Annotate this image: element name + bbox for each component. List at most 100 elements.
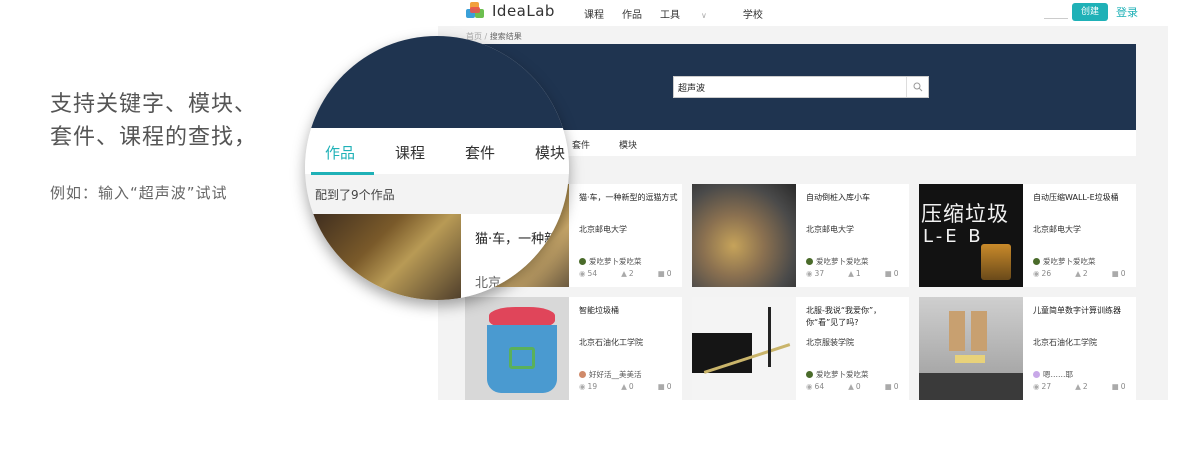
thumbs-up-icon: ▲	[1075, 382, 1081, 391]
eye-icon: ◉	[806, 382, 813, 391]
thumbs-up-icon: ▲	[848, 269, 854, 278]
tab-works[interactable]: 作品	[325, 142, 355, 163]
card-views: 19	[587, 382, 598, 391]
card-views: 54	[587, 269, 598, 278]
eye-icon: ◉	[1033, 269, 1040, 278]
result-card[interactable]: 智能垃圾桶 北京石油化工学院 好好活__美美活 ◉ 19 ▲ 0 ■ 0	[465, 297, 682, 400]
recycle-icon	[509, 347, 535, 369]
main-nav: 课程 作品 工具 ∨ 学校	[584, 6, 781, 21]
tab-kits[interactable]: 套件	[465, 142, 495, 163]
card-views: 27	[1041, 382, 1052, 391]
nav-schools[interactable]: 学校	[743, 6, 763, 21]
top-navbar: IdeaLab 课程 作品 工具 ∨ 学校 创建 登录	[438, 0, 1168, 26]
card-author-name: 爱吃萝卜爱吃菜	[816, 257, 869, 266]
card-title: 猫·车，一种新	[475, 232, 558, 247]
tab-modules[interactable]: 模块	[535, 142, 565, 163]
result-card[interactable]: 自动倒桩入库小车 北京邮电大学 爱吃萝卜爱吃菜 ◉ 37 ▲ 1 ■ 0	[692, 184, 909, 287]
thumbnail-text-line1: 压缩垃圾	[921, 202, 1009, 226]
thumbs-up-icon: ▲	[848, 382, 854, 391]
eye-icon: ◉	[806, 269, 813, 278]
nav-tools[interactable]: 工具 ∨	[660, 6, 725, 21]
display	[955, 355, 985, 363]
promo-headline-line2: 套件、课程的查找，	[50, 125, 258, 150]
top-search-input[interactable]	[1044, 8, 1068, 19]
screenshot-stage: 支持关键字、模块、 套件、课程的查找， 例如：输入“超声波”试试 IdeaLab…	[0, 0, 1200, 454]
card-author[interactable]: 嗯……耶	[1033, 369, 1073, 380]
card-school: 北京邮电大学	[1033, 225, 1081, 234]
card-title: 儿童简单数字计算训练器	[1033, 306, 1121, 315]
magnifier-zoom: 作品 课程 套件 模块 配到了9个作品 猫·车，一种新 北京	[305, 36, 569, 300]
avatar	[1033, 371, 1040, 378]
tab-kits[interactable]: 套件	[572, 138, 590, 151]
tab-courses[interactable]: 课程	[395, 142, 425, 163]
thumbs-up-icon: ▲	[621, 269, 627, 278]
card-author[interactable]: 好好活__美美活	[579, 369, 642, 380]
card-title: 北服-我说“我爱你”，你“看”见了吗?	[806, 306, 882, 327]
card-stats: ◉ 64 ▲ 0 ■ 0	[806, 382, 909, 391]
card-school: 北京服装学院	[806, 338, 854, 347]
card-author[interactable]: 爱吃萝卜爱吃菜	[806, 256, 869, 267]
search-button[interactable]	[906, 77, 928, 97]
result-card[interactable]: 压缩垃圾 L-E B 自动压缩WALL-E垃圾桶 北京邮电大学 爱吃萝卜爱吃菜 …	[919, 184, 1136, 287]
magnifier-tabs: 作品 课程 套件 模块	[305, 128, 569, 174]
eye-icon: ◉	[1033, 382, 1040, 391]
comment-icon: ■	[1111, 269, 1119, 278]
create-button[interactable]: 创建	[1072, 3, 1108, 21]
active-tab-underline	[311, 172, 374, 175]
card-thumbnail	[692, 297, 796, 400]
thumbs-up-icon: ▲	[1075, 269, 1081, 278]
card-author[interactable]: 爱吃萝卜爱吃菜	[579, 256, 642, 267]
card-school: 北京石油化工学院	[1033, 338, 1097, 347]
card-likes: 2	[628, 269, 634, 278]
search-box	[673, 76, 929, 98]
comment-icon: ■	[884, 382, 892, 391]
card-title: 自动压缩WALL-E垃圾桶	[1033, 193, 1119, 202]
promo-example: 例如：输入“超声波”试试	[50, 184, 228, 202]
card-stats: ◉ 54 ▲ 2 ■ 0	[579, 269, 682, 278]
search-icon	[913, 82, 923, 92]
nav-courses[interactable]: 课程	[584, 6, 604, 21]
login-link[interactable]: 登录	[1116, 4, 1138, 20]
logo[interactable]: IdeaLab	[466, 2, 555, 20]
avatar	[579, 371, 586, 378]
comment-icon: ■	[657, 382, 665, 391]
card-author-name: 爱吃萝卜爱吃菜	[1043, 257, 1096, 266]
card-author[interactable]: 爱吃萝卜爱吃菜	[1033, 256, 1096, 267]
card-author-name: 爱吃萝卜爱吃菜	[589, 257, 642, 266]
search-input[interactable]	[678, 80, 898, 95]
comment-icon: ■	[884, 269, 892, 278]
card-thumbnail	[692, 184, 796, 287]
promo-headline-line1: 支持关键字、模块、	[50, 92, 258, 117]
card-school: 北京	[475, 276, 502, 291]
card-comments: 0	[893, 269, 899, 278]
card-author[interactable]: 爱吃萝卜爱吃菜	[806, 369, 869, 380]
board-right	[971, 311, 987, 351]
card-stats: ◉ 37 ▲ 1 ■ 0	[806, 269, 909, 278]
eye-icon: ◉	[579, 382, 586, 391]
card-likes: 0	[628, 382, 634, 391]
result-card[interactable]: 儿童简单数字计算训练器 北京石油化工学院 嗯……耶 ◉ 27 ▲ 2 ■ 0	[919, 297, 1136, 400]
card-thumbnail: 压缩垃圾 L-E B	[919, 184, 1023, 287]
card-title: 智能垃圾桶	[579, 306, 619, 315]
card-stats: ◉ 27 ▲ 2 ■ 0	[1033, 382, 1136, 391]
eye-icon: ◉	[579, 269, 586, 278]
card-comments: 0	[1120, 382, 1126, 391]
stand	[768, 307, 771, 367]
comment-icon: ■	[657, 269, 665, 278]
table	[919, 373, 1023, 400]
card-author-name: 爱吃萝卜爱吃菜	[816, 370, 869, 379]
tab-modules[interactable]: 模块	[619, 138, 637, 151]
card-likes: 0	[855, 382, 861, 391]
card-author-name: 嗯……耶	[1043, 370, 1073, 379]
card-thumbnail	[465, 297, 569, 400]
thumbnail-text-line2: L-E B	[923, 226, 984, 247]
nav-works[interactable]: 作品	[622, 6, 642, 21]
magnifier-card[interactable]: 猫·车，一种新 北京	[305, 214, 569, 300]
robot-figure	[981, 244, 1011, 280]
card-comments: 0	[666, 382, 672, 391]
result-card[interactable]: 北服-我说“我爱你”，你“看”见了吗? 北京服装学院 爱吃萝卜爱吃菜 ◉ 64 ▲…	[692, 297, 909, 400]
card-comments: 0	[666, 269, 672, 278]
card-school: 北京邮电大学	[579, 225, 627, 234]
avatar	[1033, 258, 1040, 265]
card-school: 北京石油化工学院	[579, 338, 643, 347]
